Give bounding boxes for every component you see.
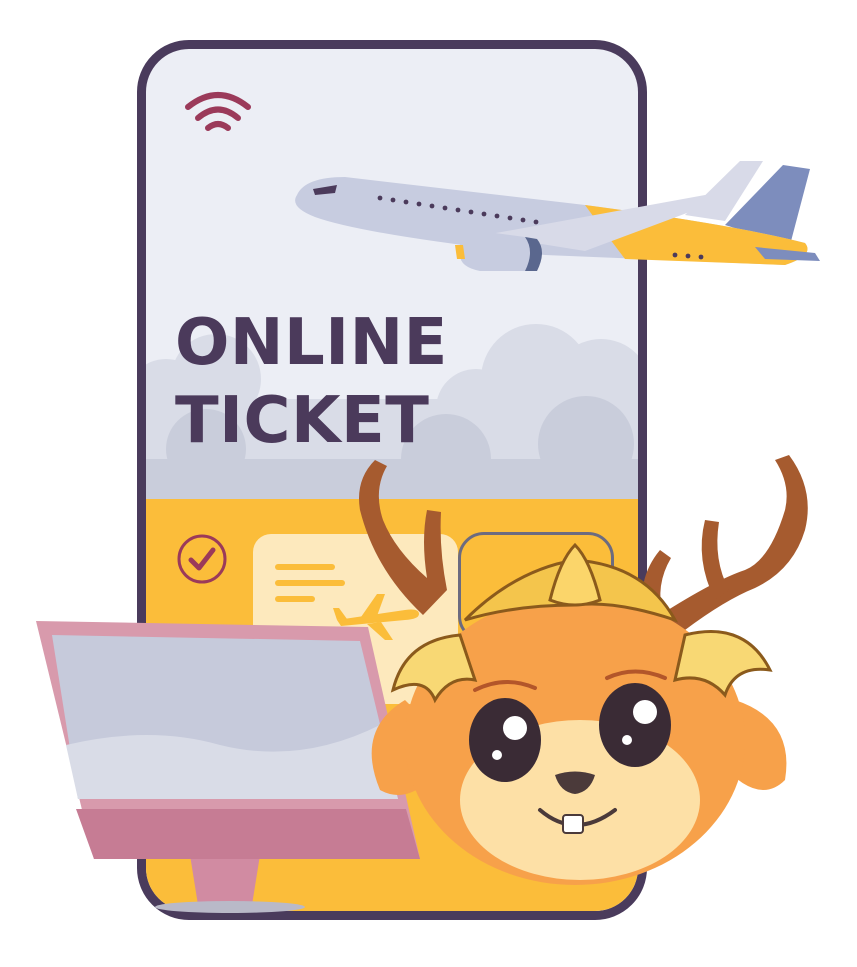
wifi-icon <box>185 92 251 131</box>
check-circle-icon <box>177 534 227 584</box>
page-title: ONLINE TICKET <box>175 304 448 460</box>
ticket-line <box>275 596 315 602</box>
title-line-online: ONLINE <box>175 306 448 380</box>
illustration: ONLINE TICKET <box>0 0 857 967</box>
title-line-ticket: TICKET <box>175 384 430 458</box>
deer-mascot <box>359 455 808 885</box>
airplane-illustration <box>295 161 820 271</box>
